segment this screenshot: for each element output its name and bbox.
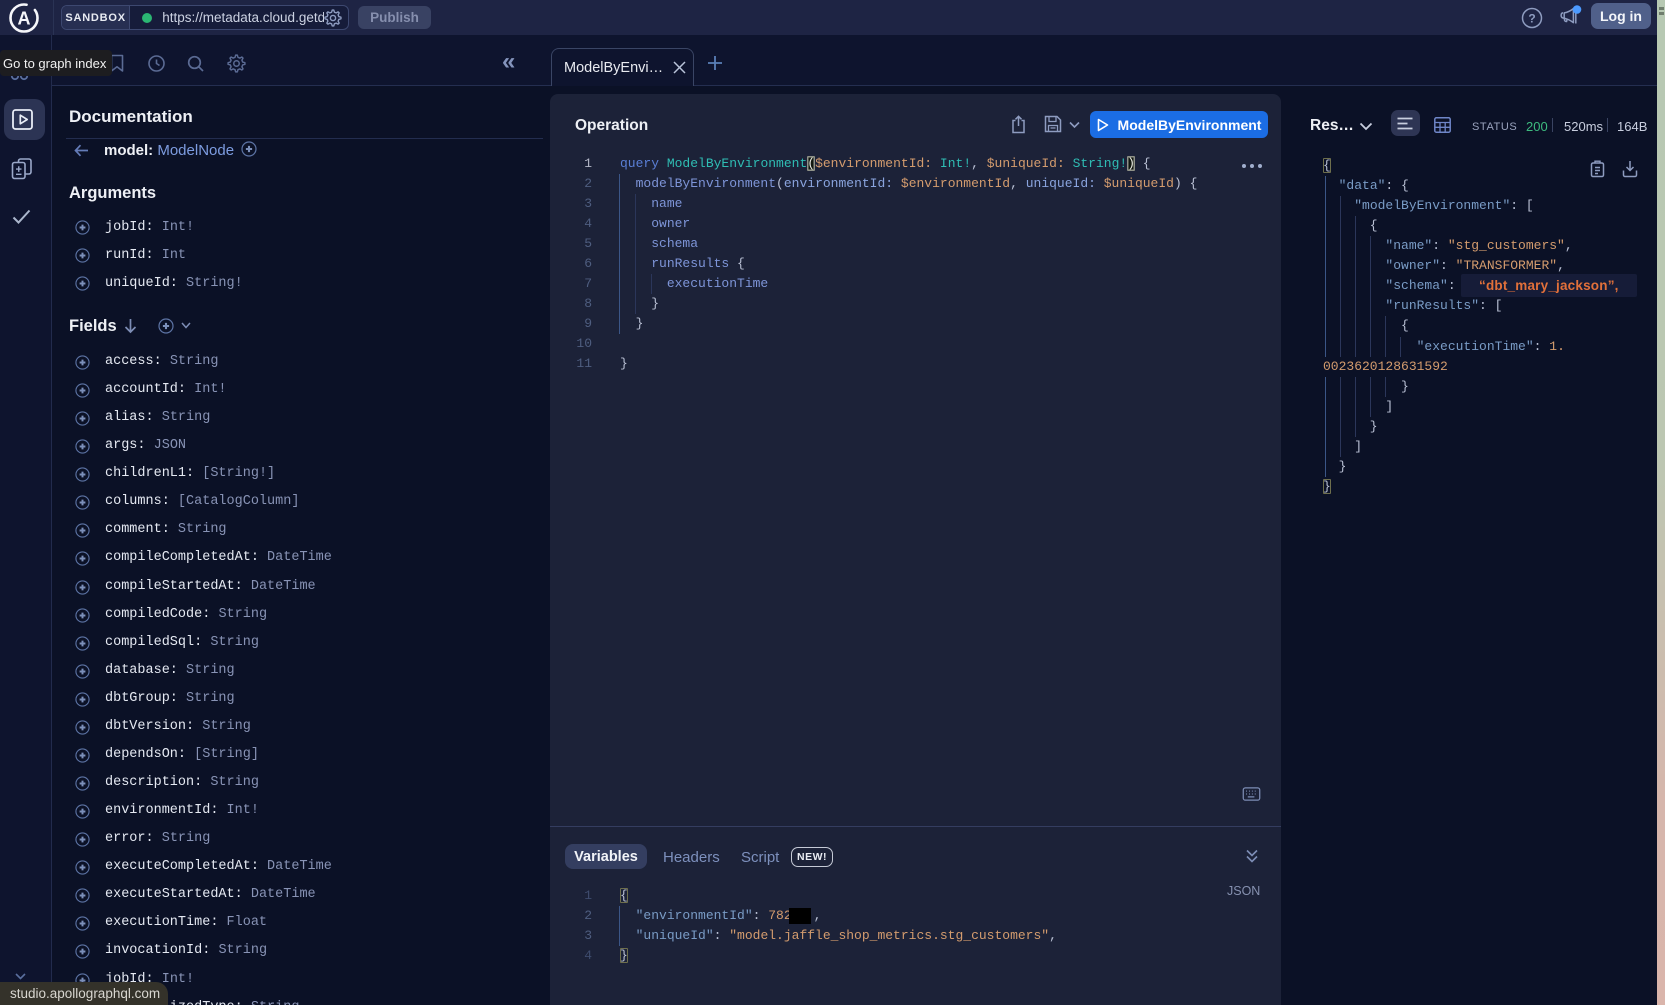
svg-text:A: A <box>18 9 31 29</box>
svg-text:?: ? <box>1528 12 1535 26</box>
